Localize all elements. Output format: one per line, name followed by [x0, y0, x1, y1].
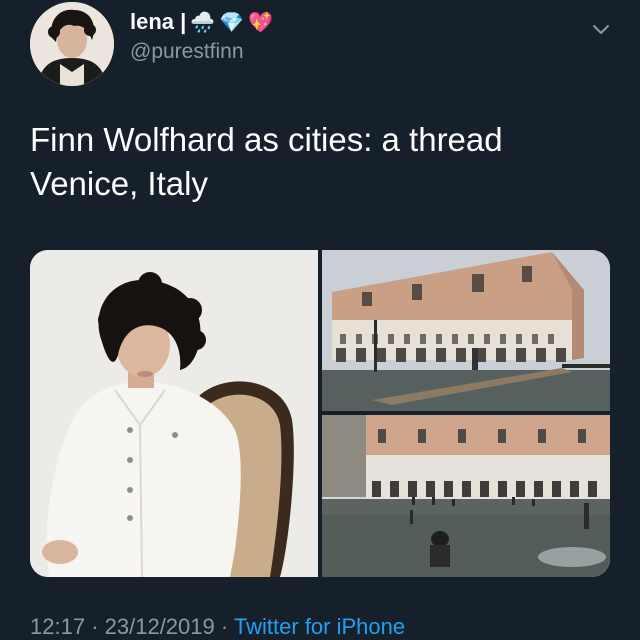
portrait-photo[interactable]: [30, 250, 318, 577]
meta-separator: ·: [220, 614, 229, 639]
chevron-down-icon[interactable]: [590, 18, 612, 40]
tweet-text-line: Finn Wolfhard as cities: a thread: [30, 121, 503, 158]
tweet-source-link[interactable]: Twitter for iPhone: [234, 614, 405, 639]
meta-separator: ·: [91, 614, 99, 639]
display-name[interactable]: lena |: [130, 9, 186, 35]
tweet-date: 23/12/2019: [104, 614, 215, 639]
avatar[interactable]: [30, 2, 114, 86]
doges-palace-photo[interactable]: [322, 250, 610, 411]
tweet-text: Finn Wolfhard as cities: a thread Venice…: [30, 118, 620, 206]
tweet-meta: 12:17 · 23/12/2019 · Twitter for iPhone: [30, 614, 405, 640]
flooded-piazza-photo[interactable]: [322, 415, 610, 577]
gem-emoji: 💎: [219, 10, 245, 34]
rain-cloud-emoji: 🌧️: [190, 10, 216, 34]
user-handle[interactable]: @purestfinn: [130, 40, 244, 64]
media-grid: [30, 250, 610, 577]
tweet-time: 12:17: [30, 614, 86, 639]
sparkling-heart-emoji: 💖: [248, 10, 274, 34]
tweet-text-line: Venice, Italy: [30, 165, 208, 202]
author-name-row[interactable]: lena | 🌧️ 💎 💖: [130, 6, 273, 38]
